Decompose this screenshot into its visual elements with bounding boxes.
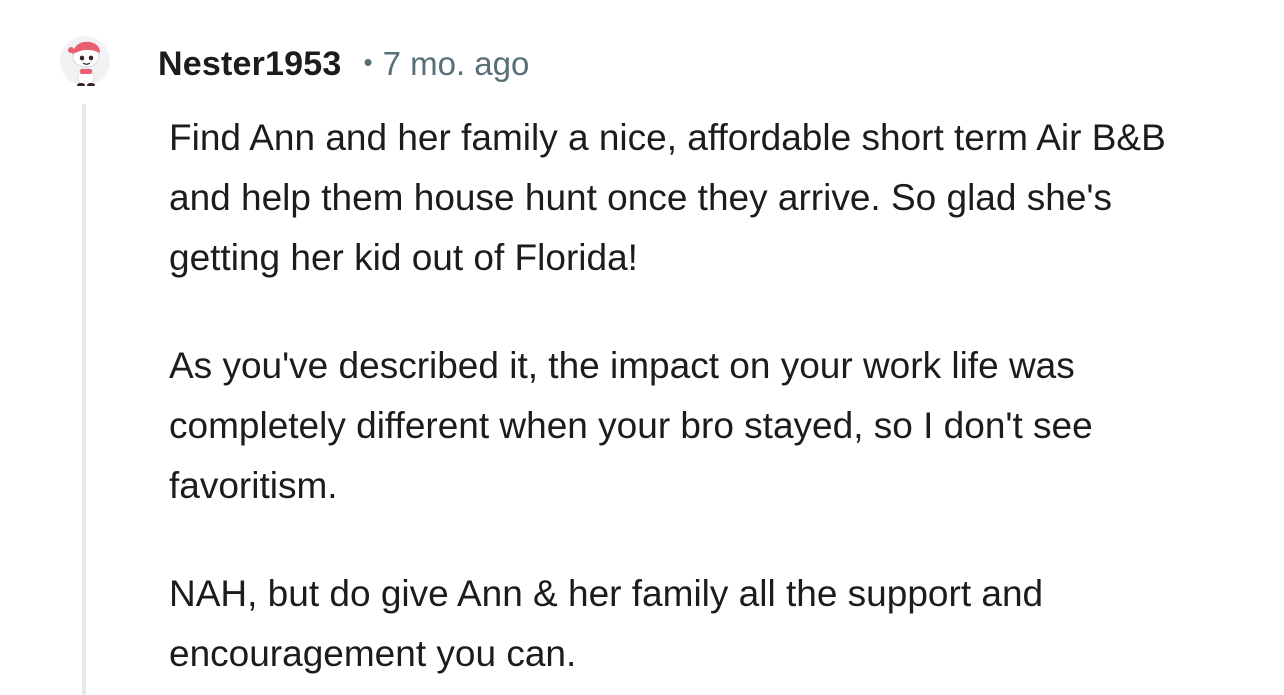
comment-paragraph: NAH, but do give Ann & her family all th… xyxy=(169,573,1044,674)
avatar[interactable] xyxy=(60,36,110,86)
username-link[interactable]: Nester1953 xyxy=(158,45,341,84)
comment-meta: Nester1953 • 7 mo. ago xyxy=(158,42,529,86)
snoo-avatar-icon xyxy=(60,36,110,86)
comment: Nester1953 • 7 mo. ago Find Ann and her … xyxy=(0,0,1284,695)
meta-separator: • xyxy=(363,46,373,77)
comment-timestamp[interactable]: 7 mo. ago xyxy=(383,45,530,83)
thread-collapse-line[interactable] xyxy=(82,104,86,695)
comment-paragraph: Find Ann and her family a nice, affordab… xyxy=(169,117,1166,278)
comment-paragraph: As you've described it, the impact on yo… xyxy=(169,345,1093,506)
comment-body: Find Ann and her family a nice, affordab… xyxy=(169,108,1229,684)
